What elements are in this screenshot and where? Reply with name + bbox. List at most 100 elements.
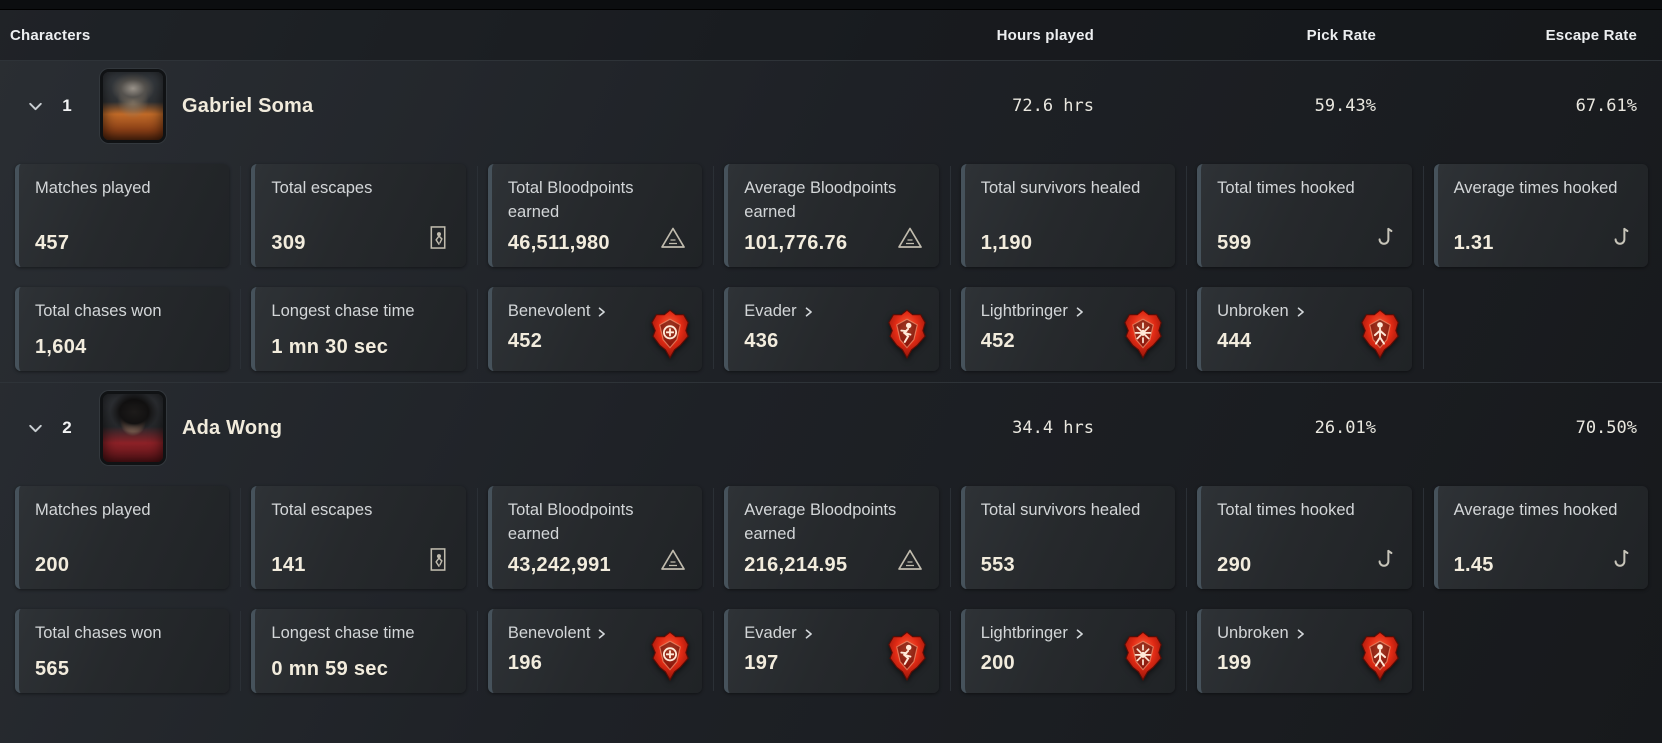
stat-card-cell: Lightbringer 200 xyxy=(949,609,1176,693)
stat-card-label-text: Average times hooked xyxy=(1453,501,1618,519)
chevron-right-icon xyxy=(804,628,814,640)
stat-card-cell: Average Bloodpoints earned 101,776.76 xyxy=(713,164,939,267)
stat-card: Matches played 200 xyxy=(15,486,230,589)
stat-card-value: 452 xyxy=(507,329,543,352)
stat-card-label-text: Evader xyxy=(744,302,797,320)
stat-card-value-row: 309 xyxy=(271,225,451,255)
chevron-right-icon xyxy=(1075,306,1085,318)
stat-card-cell: Benevolent 196 xyxy=(476,609,703,693)
stat-card-label-text: Total chases won xyxy=(35,624,162,642)
stat-card-cell: Benevolent 452 xyxy=(476,287,703,371)
stat-card-cell: Matches played 200 xyxy=(15,486,230,589)
stat-card-value-row: 141 xyxy=(271,547,451,577)
table-header: Characters Hours played Pick Rate Escape… xyxy=(0,10,1662,61)
chevron-right-icon xyxy=(1075,628,1085,640)
stat-card-value: 1.31 xyxy=(1453,232,1494,254)
stat-cards-row: Total chases won 565 Longest chase time 0 m… xyxy=(15,609,1648,693)
stat-card: Total chases won 1,604 xyxy=(15,287,230,371)
stat-card-label-text: Benevolent xyxy=(507,302,591,320)
character-avatar xyxy=(100,391,166,465)
stat-card-value: 599 xyxy=(1217,232,1252,254)
stat-card-label-text: Average times hooked xyxy=(1453,179,1618,197)
stat-card-value-row: 216,214.95 xyxy=(744,548,924,577)
stat-card: Average Bloodpoints earned 216,214.95 xyxy=(724,486,939,589)
stat-card-label-text: Total escapes xyxy=(271,501,373,519)
column-header-characters: Characters xyxy=(10,26,91,44)
character-name: Gabriel Soma xyxy=(182,94,314,117)
stat-card-label: Total Bloodpoints earned xyxy=(508,499,688,547)
stat-card-label-text: Matches played xyxy=(35,501,151,519)
stat-card: Lightbringer 200 xyxy=(960,609,1176,693)
stat-card: Matches played 457 xyxy=(15,164,230,267)
stat-card-value-row: 599 xyxy=(1217,225,1397,255)
column-header-escape-rate: Escape Rate xyxy=(1545,26,1637,44)
hook-icon xyxy=(1375,547,1398,577)
rank-number: 2 xyxy=(62,418,72,437)
stat-card-label-text: Longest chase time xyxy=(271,302,415,320)
stat-card: Evader 436 xyxy=(724,287,939,371)
character-row-left: 2 Ada Wong xyxy=(10,391,811,465)
expand-chevron-icon[interactable] xyxy=(20,91,50,121)
stat-card-value: 1 mn 30 sec xyxy=(271,336,389,358)
stat-card-value: 457 xyxy=(35,232,70,254)
stat-card-label: Total chases won xyxy=(35,300,215,324)
stat-card-cell: Total chases won 1,604 xyxy=(15,287,230,371)
stat-card-value-row: 1.31 xyxy=(1454,225,1634,255)
stat-card: Longest chase time 1 mn 30 sec xyxy=(251,287,466,371)
stat-card-label-text: Total survivors healed xyxy=(980,501,1141,519)
stat-card-label: Longest chase time xyxy=(271,622,451,646)
stat-card: Unbroken 444 xyxy=(1197,287,1412,371)
stat-card: Total chases won 565 xyxy=(15,609,230,693)
stat-card-value: 553 xyxy=(980,554,1015,576)
stat-card-label: Total times hooked xyxy=(1217,177,1397,201)
empty-cell xyxy=(1422,287,1648,371)
stat-cards-row: Total chases won 1,604 Longest chase time 1… xyxy=(15,287,1648,371)
stat-card-label: Average times hooked xyxy=(1454,499,1634,523)
stat-card-value-row: 101,776.76 xyxy=(744,226,924,255)
character-name: Ada Wong xyxy=(182,416,283,439)
stat-card-label-text: Total Bloodpoints earned xyxy=(507,501,634,543)
chevron-right-icon xyxy=(597,306,607,318)
stat-card-value-row: 1 mn 30 sec xyxy=(271,336,451,359)
stat-card-value: 141 xyxy=(271,554,306,576)
expand-chevron-icon[interactable] xyxy=(20,413,50,443)
column-header-pick-rate: Pick Rate xyxy=(1306,26,1376,44)
stat-card-cell: Total escapes 309 xyxy=(240,164,466,267)
stat-card: Lightbringer 452 xyxy=(960,287,1176,371)
stat-card-value: 199 xyxy=(1217,651,1252,674)
stat-card-cell: Lightbringer 452 xyxy=(949,287,1176,371)
stat-card-label-text: Unbroken xyxy=(1217,624,1289,642)
stat-card-cell: Average times hooked 1.45 xyxy=(1422,486,1648,589)
stat-card: Total escapes 309 xyxy=(251,164,466,267)
rank-number: 1 xyxy=(62,96,72,115)
stat-card: Benevolent 196 xyxy=(487,609,703,693)
bloodpoints-icon xyxy=(897,226,925,255)
chevron-right-icon xyxy=(1296,306,1306,318)
character-row[interactable]: 2 Ada Wong 34.4 hrs 26.01% 70.50% xyxy=(0,383,1662,473)
character-list: 1 Gabriel Soma 72.6 hrs 59.43% 67.61% Matches… xyxy=(0,61,1662,693)
stat-card-value: 1,604 xyxy=(35,336,87,358)
stat-card-value-row: 1,190 xyxy=(981,232,1161,255)
character-row[interactable]: 1 Gabriel Soma 72.6 hrs 59.43% 67.61% xyxy=(0,61,1662,151)
stat-card-label-text: Total chases won xyxy=(35,302,162,320)
stat-cards-row: Matches played 200 Total escapes 141 Total B… xyxy=(15,486,1648,589)
stat-card-value: 197 xyxy=(744,651,779,674)
stat-card-label: Total chases won xyxy=(35,622,215,646)
character-section: 1 Gabriel Soma 72.6 hrs 59.43% 67.61% Matches… xyxy=(0,61,1662,371)
stat-card-cell: Unbroken 199 xyxy=(1186,609,1412,693)
stat-card-label: Total survivors healed xyxy=(981,177,1161,201)
character-row-left: 1 Gabriel Soma xyxy=(10,69,811,143)
hours-played-value: 72.6 hrs xyxy=(1012,96,1094,116)
stat-card-cell: Longest chase time 1 mn 30 sec xyxy=(240,287,466,371)
stat-card-label: Total escapes xyxy=(271,499,451,523)
stat-card-label: Total escapes xyxy=(271,177,451,201)
stat-card-label: Matches played xyxy=(35,499,215,523)
stat-card-value-row: 457 xyxy=(35,232,215,255)
stat-card-value: 1,190 xyxy=(980,232,1033,254)
stat-card: Total times hooked 599 xyxy=(1197,164,1412,267)
top-strip xyxy=(0,0,1662,10)
stat-card: Total Bloodpoints earned 43,242,991 xyxy=(487,486,703,589)
pick-rate-value: 59.43% xyxy=(1314,96,1376,116)
stat-card-value: 46,511,980 xyxy=(507,232,610,254)
stat-card-value-row: 200 xyxy=(35,554,215,577)
